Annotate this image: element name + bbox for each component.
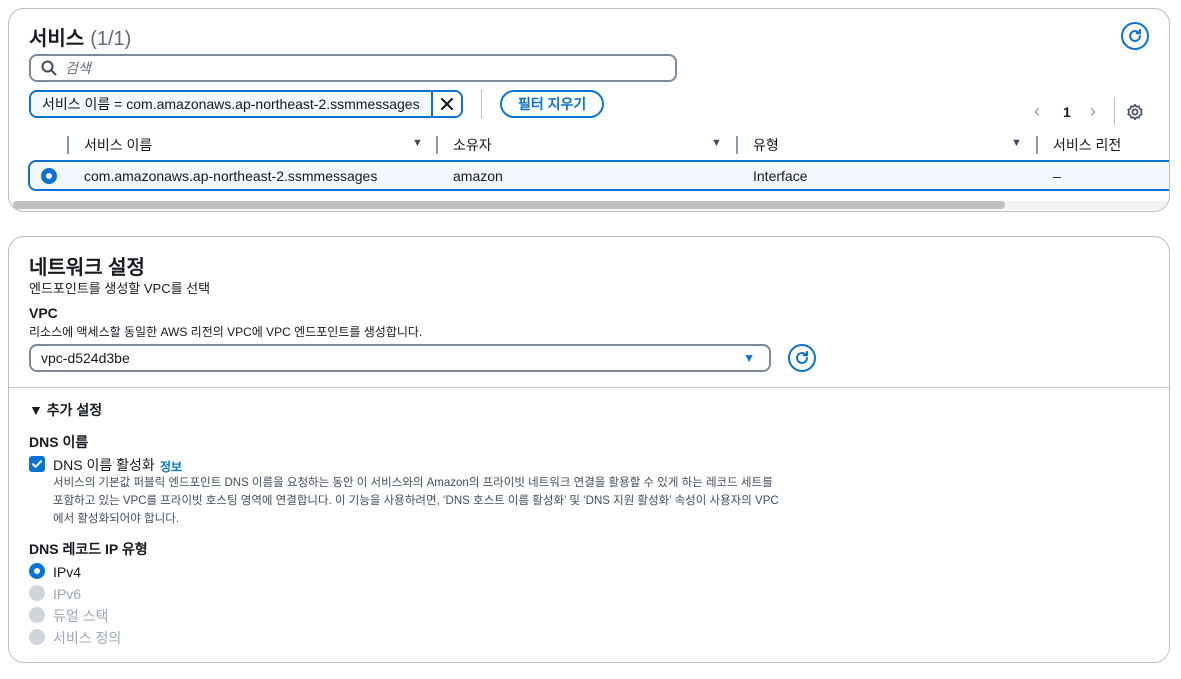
ip-type-radio-service-defined	[29, 629, 45, 645]
sort-down-icon[interactable]: ▼	[412, 137, 423, 149]
services-refresh-button[interactable]	[1121, 22, 1149, 50]
ip-type-label-service-defined: 서비스 정의	[53, 630, 122, 646]
services-title-text: 서비스	[29, 28, 85, 50]
cell-region: –	[1053, 168, 1061, 184]
refresh-icon	[796, 350, 809, 364]
search-icon	[41, 60, 57, 76]
search-input[interactable]	[65, 60, 625, 76]
pagination-next-icon[interactable]: ›	[1090, 100, 1096, 122]
vpc-select-value: vpc-d524d3be	[41, 350, 130, 366]
dns-help-line: 서비스의 기본값 퍼블릭 엔드포인트 DNS 이름을 요청하는 동안 이 서비스…	[53, 477, 773, 489]
network-settings-description: 엔드포인트를 생성할 VPC를 선택	[29, 281, 211, 296]
column-header-region[interactable]: 서비스 리전	[1053, 136, 1121, 154]
vpc-description: 리소스에 액세스할 동일한 AWS 리전의 VPC에 VPC 엔드포인트를 생성…	[29, 325, 423, 339]
section-divider	[9, 387, 1169, 388]
dns-enable-label[interactable]: DNS 이름 활성화	[53, 457, 155, 473]
network-settings-panel: 네트워크 설정 엔드포인트를 생성할 VPC를 선택 VPC 리소스에 액세스할…	[8, 236, 1170, 663]
clear-filters-button[interactable]: 필터 지우기	[500, 90, 605, 118]
services-panel: 서비스(1/1) 서비스 이름 = com.amazonaws.ap-north…	[8, 8, 1170, 212]
filter-token-text: 서비스 이름 = com.amazonaws.ap-northeast-2.ss…	[31, 92, 431, 116]
preferences-gear-icon[interactable]	[1126, 103, 1144, 126]
close-icon	[440, 98, 453, 110]
filter-token: 서비스 이름 = com.amazonaws.ap-northeast-2.ss…	[29, 90, 463, 118]
filter-token-remove-button[interactable]	[430, 92, 461, 116]
pagination-separator	[1114, 97, 1115, 125]
ip-type-radio-dualstack	[29, 607, 45, 623]
dns-enable-checkbox[interactable]	[29, 456, 45, 472]
pagination-prev-icon[interactable]: ‹	[1034, 100, 1040, 122]
ip-type-label-ipv6: IPv6	[53, 586, 82, 602]
column-separator	[736, 136, 738, 154]
pagination-page-1[interactable]: 1	[1063, 101, 1071, 123]
ip-type-radio-ipv4[interactable]	[29, 563, 45, 579]
sort-down-icon[interactable]: ▼	[1011, 137, 1022, 149]
refresh-icon	[1129, 28, 1142, 42]
cell-service-name: com.amazonaws.ap-northeast-2.ssmmessages	[84, 168, 378, 184]
network-settings-title: 네트워크 설정	[29, 257, 145, 279]
vpc-refresh-button[interactable]	[788, 344, 816, 372]
sort-down-icon[interactable]: ▼	[711, 137, 722, 149]
additional-settings-expander[interactable]: ▼ 추가 설정	[29, 400, 102, 420]
dns-name-label: DNS 이름	[29, 434, 89, 450]
column-separator	[67, 136, 69, 154]
horizontal-scrollbar[interactable]	[13, 201, 1005, 209]
column-header-type[interactable]: 유형	[753, 136, 779, 154]
column-separator	[436, 136, 438, 154]
info-link[interactable]: 정보	[160, 458, 182, 475]
filter-separator	[481, 89, 482, 119]
column-header-service-name[interactable]: 서비스 이름	[84, 136, 152, 154]
column-separator	[1036, 136, 1038, 154]
dns-record-ip-type-label: DNS 레코드 IP 유형	[29, 541, 148, 557]
cell-owner: amazon	[453, 168, 503, 184]
cell-type: Interface	[753, 168, 808, 184]
dns-help-text: 서비스의 기본값 퍼블릭 엔드포인트 DNS 이름을 요청하는 동안 이 서비스…	[53, 474, 793, 528]
ip-type-label-ipv4[interactable]: IPv4	[53, 564, 81, 580]
dns-help-line: 포함하고 있는 VPC를 프라이빗 호스팅 영역에 연결합니다. 이 기능을 사…	[53, 495, 779, 507]
ip-type-radio-ipv6	[29, 585, 45, 601]
services-search[interactable]	[29, 54, 677, 82]
caret-down-icon: ▼	[743, 351, 755, 365]
dns-help-line: 에서 활성화되어야 합니다.	[53, 513, 179, 525]
vpc-label: VPC	[29, 305, 58, 321]
services-title: 서비스 (1/1)	[29, 22, 131, 51]
column-header-owner[interactable]: 소유자	[453, 136, 492, 154]
row-select-radio[interactable]	[41, 168, 57, 184]
services-count: (1/1)	[90, 28, 132, 50]
vpc-select[interactable]: vpc-d524d3be ▼	[29, 344, 771, 372]
check-icon	[32, 460, 42, 468]
ip-type-label-dualstack: 듀얼 스택	[53, 608, 109, 624]
